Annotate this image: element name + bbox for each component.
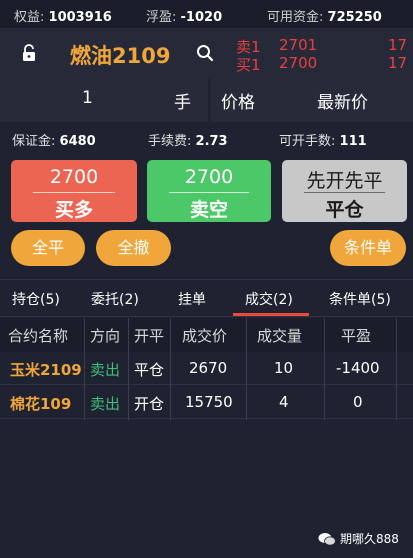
sell-short-button[interactable]: 2700 卖空 [147, 160, 271, 222]
sell-price: 2700 [184, 166, 234, 188]
sell-divider [169, 192, 249, 193]
price-label: 价格 [221, 93, 255, 113]
column-separator [170, 318, 171, 420]
column-separator [128, 318, 129, 420]
margin-label: 保证金: [12, 134, 56, 149]
row-volume: 10 [274, 359, 294, 377]
contract-title[interactable]: 燃油2109 [70, 40, 170, 70]
quantity-value[interactable]: 1 [82, 88, 93, 108]
close-hint: 先开先平 [306, 170, 383, 192]
conditional-order-button[interactable]: 条件单 [330, 230, 406, 266]
tab-positions[interactable]: 持仓(5) [12, 289, 60, 309]
equity-label: 权益: [14, 10, 45, 25]
col-direction: 方向 [90, 327, 121, 345]
row-price: 15750 [185, 393, 233, 411]
fee-label: 手续费: [148, 134, 192, 149]
col-pnl: 平盈 [341, 327, 372, 345]
col-symbol: 合约名称 [8, 327, 69, 345]
col-price: 成交价 [182, 327, 228, 345]
float-pnl: 浮盈: -1020 [146, 6, 222, 25]
search-icon[interactable] [196, 44, 214, 62]
margin-info: 保证金: 6480 [12, 130, 96, 149]
openable-info: 可开手数: 111 [279, 130, 367, 149]
tab-pending[interactable]: 挂单 [178, 289, 206, 309]
buy-price: 2700 [49, 166, 99, 188]
row-offset: 平仓 [134, 361, 165, 379]
row-symbol: 玉米2109 [10, 361, 82, 379]
ask-volume: 17 [388, 36, 408, 54]
buy-long-button[interactable]: 2700 买多 [11, 160, 137, 222]
row-pnl: -1400 [336, 359, 380, 377]
order-input-row: 1 手 价格 最新价 [0, 78, 413, 122]
buy-divider [33, 192, 115, 193]
fee-value: 2.73 [195, 134, 228, 149]
quantity-unit: 手 [174, 93, 191, 113]
close-label: 平仓 [325, 199, 364, 221]
tab-conditional[interactable]: 条件单(5) [329, 289, 391, 309]
tab-orders[interactable]: 委托(2) [91, 289, 139, 309]
equity: 权益: 1003916 [14, 6, 112, 25]
tab-bar: 持仓(5) 委托(2) 挂单 成交(2) 条件单(5) [0, 279, 413, 317]
equity-value: 1003916 [48, 10, 112, 25]
row-direction: 卖出 [90, 395, 121, 413]
table-row[interactable]: 玉米2109 卖出 平仓 2670 10 -1400 [0, 352, 413, 385]
row-price: 2670 [189, 359, 228, 377]
column-separator [246, 318, 247, 420]
close-all-button[interactable]: 全平 [11, 230, 85, 266]
buy-label: 买多 [54, 199, 93, 221]
bid-label: 买1 [236, 56, 261, 74]
cancel-all-button[interactable]: 全撤 [96, 230, 171, 266]
fee-info: 手续费: 2.73 [148, 130, 228, 149]
column-separator [84, 318, 85, 420]
tab-trades[interactable]: 成交(2) [245, 289, 293, 309]
row-symbol: 棉花109 [10, 395, 72, 413]
watermark-text: 期哪久888 [340, 532, 399, 546]
float-pnl-value: -1020 [180, 10, 223, 25]
lock-icon[interactable] [22, 44, 36, 62]
sell-label: 卖空 [189, 199, 228, 221]
close-divider [304, 192, 385, 193]
available-funds: 可用资金: 725250 [267, 6, 382, 25]
watermark: 期哪久888 [318, 530, 399, 547]
row-volume: 4 [279, 393, 289, 411]
bid-price[interactable]: 2700 [279, 54, 317, 72]
active-tab-indicator [233, 313, 309, 316]
wechat-icon [318, 532, 336, 546]
price-type-select[interactable]: 最新价 [317, 88, 368, 113]
available-value: 725250 [327, 10, 382, 25]
row-offset: 开仓 [134, 395, 165, 413]
row-pnl: 0 [353, 393, 363, 411]
openable-value: 111 [339, 134, 367, 149]
float-pnl-label: 浮盈: [146, 10, 177, 25]
account-bar: 权益: 1003916 浮盈: -1020 可用资金: 725250 [0, 0, 413, 28]
column-separator [324, 318, 325, 420]
margin-value: 6480 [59, 134, 96, 149]
column-separator [396, 318, 397, 420]
price-type-field[interactable]: 价格 最新价 [211, 78, 413, 122]
trades-table-header: 合约名称 方向 开平 成交价 成交量 平盈 [0, 318, 413, 352]
row-direction: 卖出 [90, 361, 121, 379]
col-offset: 开平 [134, 327, 165, 345]
bid-volume: 17 [388, 54, 408, 72]
contract-header: 燃油2109 卖1 2701 17 买1 2700 17 [0, 28, 413, 78]
available-label: 可用资金: [267, 10, 324, 25]
table-row[interactable]: 棉花109 卖出 开仓 15750 4 0 [0, 386, 413, 419]
col-volume: 成交量 [257, 327, 303, 345]
close-position-button[interactable]: 先开先平 平仓 [282, 160, 407, 222]
quantity-field[interactable]: 1 手 [0, 78, 208, 122]
openable-label: 可开手数: [279, 134, 336, 149]
ask-price[interactable]: 2701 [279, 36, 317, 54]
